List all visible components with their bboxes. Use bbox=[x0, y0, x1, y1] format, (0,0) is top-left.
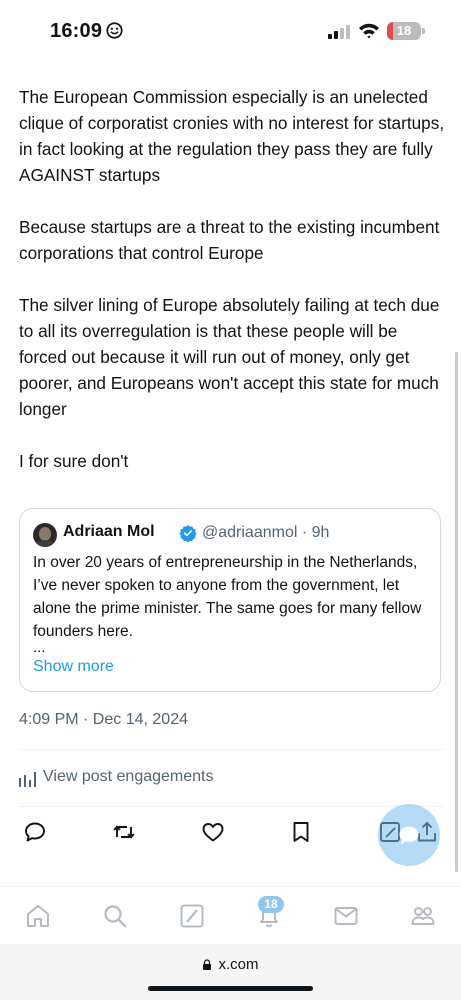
tab-home[interactable] bbox=[25, 903, 51, 929]
smiley-icon bbox=[106, 22, 123, 39]
tab-communities[interactable] bbox=[410, 903, 436, 929]
like-button[interactable] bbox=[201, 820, 225, 844]
grok-icon bbox=[180, 904, 204, 928]
divider bbox=[19, 749, 443, 750]
bookmark-icon bbox=[293, 822, 309, 842]
home-indicator bbox=[148, 986, 313, 991]
divider bbox=[19, 806, 443, 807]
battery-cap bbox=[422, 28, 425, 34]
quoted-post-text: In over 20 years of entrepreneurship in … bbox=[33, 554, 422, 640]
bookmark-button[interactable] bbox=[289, 820, 313, 844]
like-icon bbox=[202, 823, 224, 842]
reply-button[interactable] bbox=[23, 820, 47, 844]
tab-grok[interactable] bbox=[179, 903, 205, 929]
view-engagements-label: View post engagements bbox=[43, 768, 214, 785]
show-more-link[interactable]: Show more bbox=[33, 658, 114, 676]
tab-messages[interactable] bbox=[333, 903, 359, 929]
post-paragraph: The European Commission especially is an… bbox=[19, 87, 445, 185]
repost-icon bbox=[113, 825, 135, 839]
post-paragraph: Because startups are a threat to the exi… bbox=[19, 217, 440, 263]
signal-icon bbox=[328, 25, 350, 39]
compose-fab-button[interactable] bbox=[378, 804, 440, 866]
analytics-icon bbox=[19, 772, 36, 787]
quoted-author-name[interactable]: Adriaan Mol bbox=[63, 523, 155, 541]
post-timestamp[interactable]: 4:09 PM · Dec 14, 2024 bbox=[19, 711, 188, 729]
status-time: 16:09 bbox=[50, 20, 103, 42]
avatar-face bbox=[39, 527, 51, 541]
avatar-body bbox=[35, 540, 55, 547]
url-display[interactable]: x.com bbox=[0, 956, 461, 973]
battery-indicator: 18 bbox=[387, 22, 421, 40]
wifi-icon bbox=[359, 23, 379, 39]
battery-level: 18 bbox=[396, 23, 412, 38]
quoted-post-ellipsis: ... bbox=[33, 639, 46, 656]
quoted-post[interactable]: Adriaan Mol @adriaanmol · 9h In over 20 … bbox=[19, 508, 441, 692]
status-bar: 16:09 18 bbox=[0, 0, 461, 62]
mail-icon bbox=[334, 907, 358, 925]
verified-badge-icon bbox=[179, 525, 197, 542]
post-text: The European Commission especially is an… bbox=[19, 84, 449, 474]
bottom-tab-bar: 18 bbox=[0, 886, 461, 945]
communities-icon bbox=[411, 907, 435, 925]
new-message-icon bbox=[399, 826, 419, 845]
notifications-badge: 18 bbox=[258, 896, 284, 913]
reply-icon bbox=[25, 822, 45, 842]
quoted-author-handle: @adriaanmol · 9h bbox=[202, 524, 330, 541]
repost-button[interactable] bbox=[112, 820, 136, 844]
home-icon bbox=[27, 905, 49, 927]
scrollbar[interactable] bbox=[455, 352, 458, 872]
browser-url-bar[interactable]: x.com bbox=[0, 944, 461, 1000]
lock-icon bbox=[203, 959, 212, 970]
tab-search[interactable] bbox=[102, 903, 128, 929]
post-paragraph: I for sure don't bbox=[19, 451, 129, 471]
quoted-author-avatar[interactable] bbox=[33, 523, 57, 547]
search-icon bbox=[104, 905, 127, 928]
post-paragraph: The silver lining of Europe absolutely f… bbox=[19, 295, 440, 419]
url-text: x.com bbox=[218, 956, 259, 973]
